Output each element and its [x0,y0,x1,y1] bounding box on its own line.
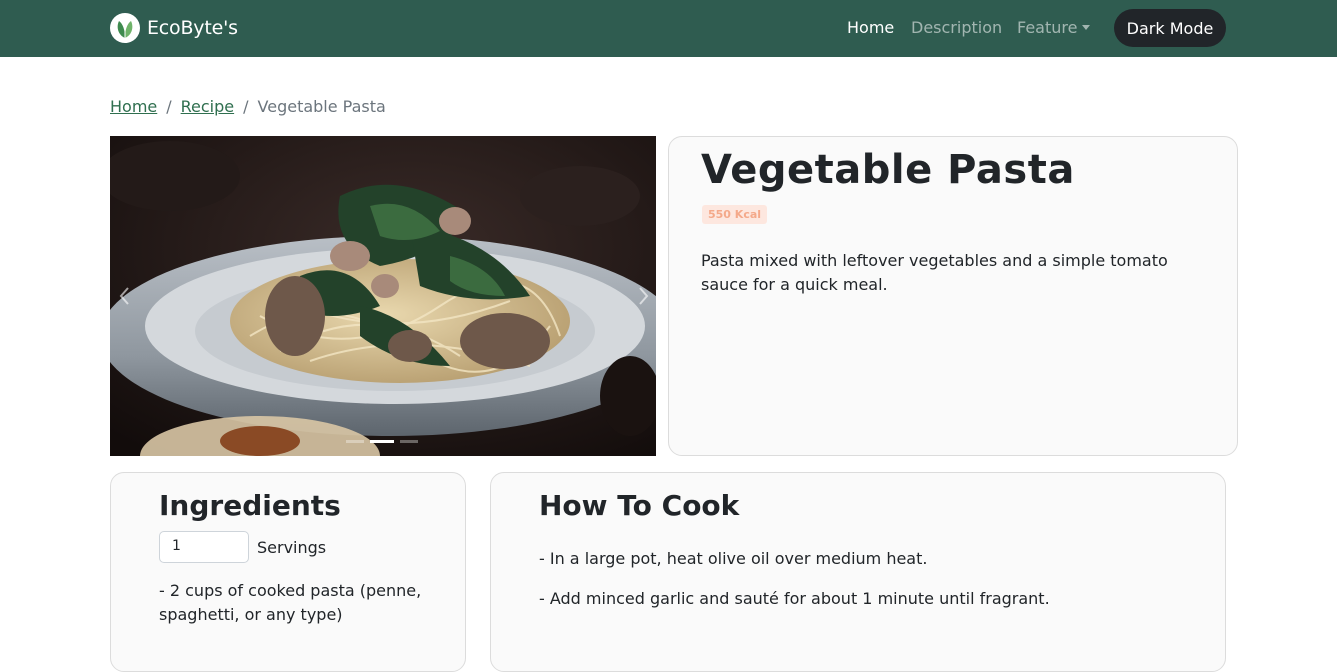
chevron-right-icon[interactable] [634,280,654,312]
brand-name: EcoByte's [147,17,238,39]
navbar: EcoByte's Home Description Feature Dark … [0,0,1337,57]
breadcrumb-recipe[interactable]: Recipe [181,97,234,116]
nav-home[interactable]: Home [847,18,894,37]
ingredients-title: Ingredients [159,489,341,522]
leaf-logo-icon [110,13,140,43]
carousel-indicators [346,440,418,443]
nav-feature-label: Feature [1017,18,1078,37]
calorie-badge: 550 Kcal [702,205,768,224]
breadcrumb-current: Vegetable Pasta [257,97,386,116]
servings-label: Servings [257,538,327,557]
recipe-description: Pasta mixed with leftover vegetables and… [701,251,1168,294]
breadcrumb-separator: / [243,97,249,116]
how-to-cook-card: How To Cook - In a large pot, heat olive… [490,472,1226,672]
carousel-indicator[interactable] [370,440,394,443]
chevron-left-icon[interactable] [114,280,134,312]
nav-description[interactable]: Description [911,18,1002,37]
pasta-dish-photo [110,136,656,456]
cook-step: - Add minced garlic and sauté for about … [539,589,1050,608]
brand[interactable]: EcoByte's [110,13,238,43]
carousel-indicator[interactable] [346,440,364,443]
carousel-indicator[interactable] [400,440,418,443]
recipe-image-carousel[interactable] [110,136,656,456]
ingredient-item: - 2 cups of cooked pasta (penne, spaghet… [159,581,422,624]
breadcrumb-home[interactable]: Home [110,97,157,116]
caret-down-icon [1082,25,1091,30]
breadcrumb-separator: / [166,97,172,116]
recipe-info-card: Vegetable Pasta 550 Kcal Pasta mixed wit… [668,136,1238,456]
ingredients-card: Ingredients 1 Servings - 2 cups of cooke… [110,472,466,672]
breadcrumb: Home / Recipe / Vegetable Pasta [110,97,386,116]
recipe-title: Vegetable Pasta [701,147,1075,193]
nav-feature-dropdown[interactable]: Feature [1017,18,1091,37]
servings-input[interactable]: 1 [159,531,249,563]
how-to-cook-title: How To Cook [539,489,740,522]
dark-mode-button[interactable]: Dark Mode [1114,9,1226,47]
cook-step: - In a large pot, heat olive oil over me… [539,549,928,568]
